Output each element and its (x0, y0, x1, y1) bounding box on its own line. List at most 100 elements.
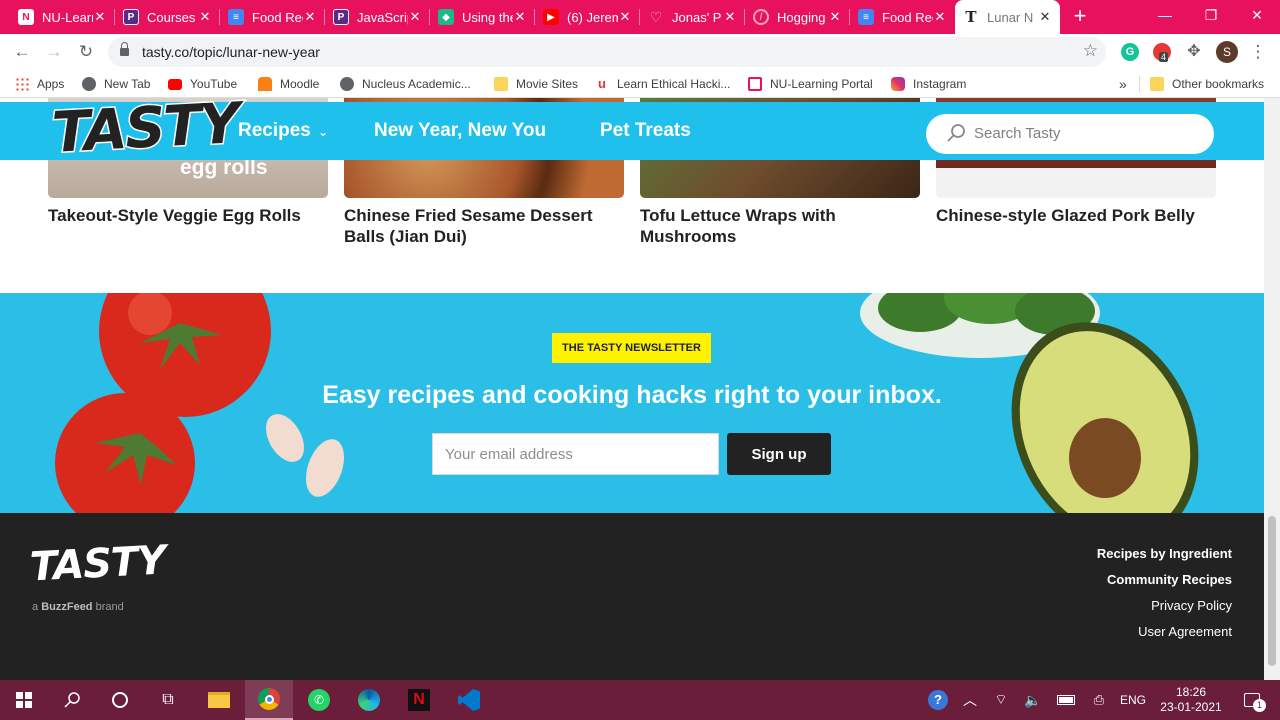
bookmarks-overflow-button[interactable]: » (1119, 75, 1127, 93)
tab-jonas[interactable]: ♡ Jonas' P ✕ (640, 0, 745, 34)
recipe-title[interactable]: Takeout-Style Veggie Egg Rolls (48, 205, 328, 226)
vscode-icon[interactable] (445, 680, 493, 720)
close-icon[interactable]: ✕ (933, 9, 947, 25)
tab-title: Food Rec (882, 9, 933, 25)
clock[interactable]: 18:26 23-01-2021 (1152, 680, 1230, 720)
windows-taskbar: ⧉ ✆ N ? ︿ ⌔ 🔈 ⎙ ENG 18:26 23-01-2021 1 (0, 680, 1280, 720)
search-input[interactable]: Search Tasty (926, 114, 1214, 154)
tab-using-the[interactable]: ◆ Using the ✕ (430, 0, 535, 34)
recipe-title[interactable]: Chinese-style Glazed Pork Belly (936, 205, 1216, 226)
bookmark-ethical-hacking[interactable]: u Learn Ethical Hacki... (595, 75, 730, 93)
url-text[interactable]: tasty.co/topic/lunar-new-year (142, 44, 320, 60)
forward-button[interactable]: → (42, 40, 66, 64)
bookmark-moodle[interactable]: Moodle (258, 75, 319, 93)
search-icon[interactable] (48, 680, 96, 720)
bookmark-instagram[interactable]: Instagram (891, 75, 966, 93)
close-icon[interactable]: ✕ (303, 9, 317, 25)
profile-avatar[interactable]: S (1216, 41, 1238, 63)
footer-link-community-recipes[interactable]: Community Recipes (1107, 572, 1232, 587)
restore-button[interactable]: ❐ (1188, 0, 1234, 30)
page-scrollbar[interactable] (1264, 98, 1280, 680)
chrome-icon[interactable] (245, 680, 293, 720)
extension-badge-icon[interactable]: 4 (1153, 43, 1171, 62)
close-icon[interactable]: ✕ (723, 9, 737, 25)
chevron-up-icon[interactable]: ︿ (958, 680, 982, 720)
bookmark-movie-sites[interactable]: Movie Sites (494, 75, 578, 93)
close-icon[interactable]: ✕ (828, 9, 842, 25)
battery-icon[interactable] (1052, 680, 1080, 720)
close-icon[interactable]: ✕ (93, 9, 107, 25)
grammarly-icon[interactable]: G (1121, 43, 1139, 61)
new-tab-button[interactable]: + (1068, 4, 1092, 28)
other-bookmarks-folder[interactable]: Other bookmarks (1150, 75, 1264, 93)
tab-food-rec-2[interactable]: ≡ Food Rec ✕ (850, 0, 955, 34)
tasty-logo[interactable]: TASTY (49, 98, 241, 167)
cortana-icon[interactable] (96, 680, 144, 720)
whatsapp-icon[interactable]: ✆ (295, 680, 343, 720)
close-icon[interactable]: ✕ (1038, 9, 1052, 25)
close-icon[interactable]: ✕ (408, 9, 422, 25)
instagram-icon (891, 77, 905, 91)
file-explorer-icon[interactable] (195, 680, 243, 720)
brand-prefix: a (32, 601, 39, 613)
windows-start-icon[interactable] (0, 680, 48, 720)
bookmark-label: Movie Sites (516, 77, 579, 91)
recipe-title[interactable]: Chinese Fried Sesame Dessert Balls (Jian… (344, 205, 624, 247)
bookmark-star-icon[interactable]: ☆ (1083, 41, 1098, 61)
heart-icon: ♡ (649, 8, 663, 25)
nav-pet-treats[interactable]: Pet Treats (600, 120, 691, 142)
nav-new-year-new-you[interactable]: New Year, New You (374, 120, 546, 142)
minimize-button[interactable]: — (1142, 0, 1188, 30)
buzzfeed-link[interactable]: BuzzFeed (41, 601, 92, 613)
extensions-puzzle-icon[interactable]: ✥ (1185, 43, 1203, 61)
meet-now-icon[interactable]: ⎙ (1086, 680, 1112, 720)
tab-youtube[interactable]: ▶ (6) Jeremy ✕ (535, 0, 640, 34)
volume-icon[interactable]: 🔈 (1020, 680, 1046, 720)
task-view-icon[interactable]: ⧉ (144, 680, 192, 720)
youtube-icon: ▶ (543, 9, 559, 25)
browser-toolbar: ← → ↻ tasty.co/topic/lunar-new-year ☆ G … (0, 34, 1280, 70)
notification-center-icon[interactable]: 1 (1232, 680, 1272, 720)
newsletter-section: THE TASTY NEWSLETTER Easy recipes and co… (0, 293, 1264, 513)
menu-kebab-icon[interactable]: ⋮ (1246, 40, 1270, 64)
footer-tasty-logo[interactable]: TASTY (29, 537, 166, 590)
close-icon[interactable]: ✕ (618, 9, 632, 25)
tab-nu-learning[interactable]: N NU-Learning ✕ (10, 0, 115, 34)
language-indicator[interactable]: ENG (1116, 680, 1150, 720)
bookmark-label: Instagram (913, 77, 967, 91)
close-icon[interactable]: ✕ (513, 9, 527, 25)
tab-javascript[interactable]: P JavaScript ✕ (325, 0, 430, 34)
bookmark-nu-learning-portal[interactable]: NU-Learning Portal (748, 75, 873, 93)
netflix-icon[interactable]: N (395, 680, 443, 720)
tab-hogging[interactable]: / Hogging ✕ (745, 0, 850, 34)
edge-icon[interactable] (345, 680, 393, 720)
nav-recipes[interactable]: Recipes ⌄ (238, 120, 328, 142)
lock-icon[interactable] (120, 42, 129, 57)
tab-title: Food Rec (252, 9, 303, 25)
tab-food-rec-1[interactable]: ≡ Food Rec ✕ (220, 0, 325, 34)
help-icon[interactable]: ? (924, 680, 952, 720)
footer-link-privacy-policy[interactable]: Privacy Policy (1151, 598, 1232, 613)
close-icon[interactable]: ✕ (198, 9, 212, 25)
tab-courses[interactable]: P Courses ✕ (115, 0, 220, 34)
reload-button[interactable]: ↻ (74, 40, 98, 64)
bookmark-youtube[interactable]: YouTube (168, 75, 237, 93)
newsletter-heading: Easy recipes and cooking hacks right to … (322, 381, 942, 409)
tab-lunar-new-year[interactable]: T Lunar N ✕ (955, 0, 1060, 34)
wifi-icon[interactable]: ⌔ (988, 680, 1014, 720)
scrollbar-thumb[interactable] (1268, 516, 1276, 666)
address-bar[interactable]: tasty.co/topic/lunar-new-year ☆ (108, 37, 1106, 67)
bookmark-nucleus[interactable]: Nucleus Academic... (340, 75, 471, 93)
footer-link-recipes-by-ingredient[interactable]: Recipes by Ingredient (1097, 546, 1232, 561)
close-window-button[interactable]: ✕ (1234, 0, 1280, 30)
back-button[interactable]: ← (10, 40, 34, 64)
tab-title: Lunar N (987, 9, 1034, 25)
bookmark-apps[interactable]: Apps (15, 75, 64, 93)
nu-learning-icon: N (18, 9, 34, 25)
footer-link-user-agreement[interactable]: User Agreement (1138, 624, 1232, 639)
sign-up-button[interactable]: Sign up (727, 433, 831, 475)
bookmark-new-tab[interactable]: New Tab (82, 75, 150, 93)
buzzfeed-brand-text: a BuzzFeed brand (32, 601, 124, 613)
email-field[interactable] (432, 433, 719, 475)
recipe-title[interactable]: Tofu Lettuce Wraps with Mushrooms (640, 205, 920, 247)
